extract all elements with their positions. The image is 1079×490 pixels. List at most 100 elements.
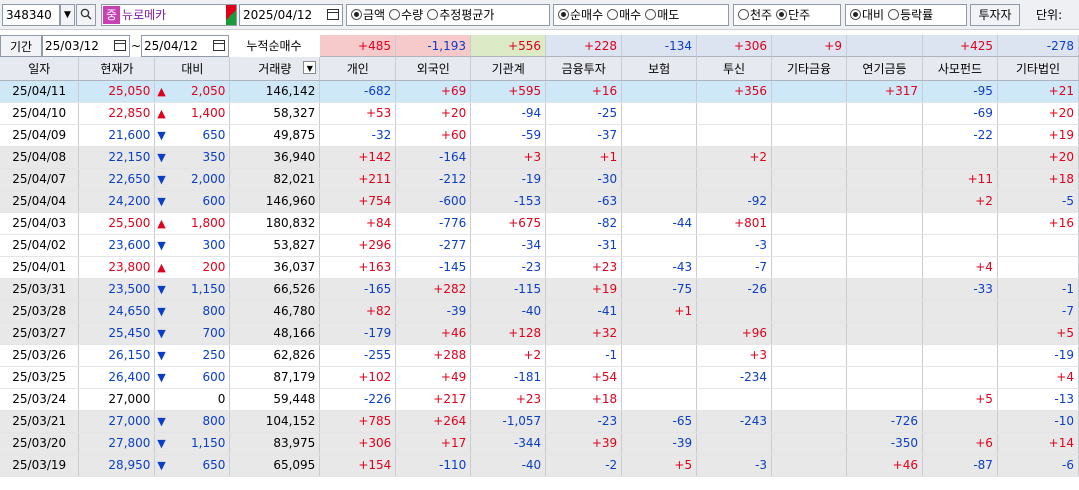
investor-cell: -682 (319, 80, 397, 103)
table-row[interactable]: 25/03/28 24,650 ▼ 800 46,780 +82 -39 -40 -41 +1 -7 (0, 300, 1079, 323)
investor-cell: +595 (470, 80, 547, 103)
table-row[interactable]: 25/04/09 21,600 ▼ 650 49,875 -32 +60 -59 -37 -22 +… (0, 124, 1079, 147)
table-row[interactable]: 25/04/01 23,800 ▲ 200 36,037 +163 -145 -23 +23 -4… (0, 256, 1079, 279)
investor-cell (846, 146, 923, 169)
investor-cell: -165 (319, 278, 397, 301)
column-header[interactable]: 개인 (319, 57, 397, 81)
table-row[interactable]: 25/03/26 26,150 ▼ 250 62,826 -255 +288 +2 -1 +3 -1… (0, 344, 1079, 367)
trade-radio-0[interactable]: 순매수 (558, 5, 603, 25)
table-row[interactable]: 25/03/24 27,000 0 59,448 -226 +217 +23 +18 +5 -13 (0, 388, 1079, 411)
volume-cell: 59,448 (229, 388, 321, 411)
column-header[interactable]: 투신 (696, 57, 773, 81)
investor-cell: -23 (545, 410, 623, 433)
calendar-icon[interactable] (213, 40, 225, 51)
column-header[interactable]: 기관계 (470, 57, 547, 81)
investor-cell: +102 (319, 366, 397, 389)
arrow-down-icon: ▼ (157, 348, 166, 362)
table-row[interactable]: 25/04/08 22,150 ▼ 350 36,940 +142 -164 +3 +1 +2 +2… (0, 146, 1079, 169)
investor-cell: +21 (997, 80, 1079, 103)
investor-cell: -181 (470, 366, 547, 389)
toolbar: 348340 ▼ 중 뉴로메카 2025/04/12 금액 수량 추정평균가 순매수 매… (0, 0, 1079, 30)
column-header[interactable]: 기타금융 (771, 57, 848, 81)
unit-group: 천주 단주 (733, 4, 841, 26)
table-row[interactable]: 25/04/04 24,200 ▼ 600 146,960 +754 -600 -153 -63… (0, 190, 1079, 213)
table-row[interactable]: 25/03/27 25,450 ▼ 700 48,166 -179 +46 +128 +32 +9… (0, 322, 1079, 345)
table-row[interactable]: 25/03/31 23,500 ▼ 1,150 66,526 -165 +282 -115 +1… (0, 278, 1079, 301)
trade-radio-1[interactable]: 매수 (607, 5, 641, 25)
investor-cell: -243 (696, 410, 773, 433)
unit-radio-1[interactable]: 단주 (776, 5, 810, 25)
amount-radio-2[interactable]: 추정평균가 (427, 5, 494, 25)
compare-radio-0[interactable]: 대비 (850, 5, 884, 25)
search-button[interactable] (76, 4, 96, 26)
price-cell: 24,200 (78, 190, 156, 213)
radio-label: 매수 (619, 8, 642, 22)
flag-icon (226, 5, 236, 25)
investor-cell: +20 (997, 102, 1079, 125)
table-row[interactable]: 25/04/11 25,050 ▲ 2,050 146,142 -682 +69 +595 +1… (0, 80, 1079, 103)
column-header[interactable]: 사모펀드 (922, 57, 998, 81)
period-to-input[interactable]: 25/04/12 (141, 35, 229, 57)
unit-radio-0[interactable]: 천주 (738, 5, 772, 25)
column-header[interactable]: 대비 (154, 57, 231, 81)
column-header[interactable]: 연기금등 (846, 57, 923, 81)
table-row[interactable]: 25/04/10 22,850 ▲ 1,400 58,327 +53 +20 -94 -25 -6… (0, 102, 1079, 125)
investor-cell (771, 102, 848, 125)
amount-radio-0[interactable]: 금액 (351, 5, 385, 25)
table-row[interactable]: 25/04/07 22,650 ▼ 2,000 82,021 +211 -212 -19 -30… (0, 168, 1079, 191)
trade-radio-2[interactable]: 매도 (645, 5, 679, 25)
investor-cell: -3 (696, 234, 773, 257)
code-dropdown-button[interactable]: ▼ (60, 4, 75, 26)
compare-radio-1[interactable]: 등락률 (888, 5, 933, 25)
investor-cell (846, 102, 923, 125)
cumulative-sum-cell: +425 (923, 35, 998, 57)
investor-cell (621, 344, 698, 367)
amount-radio-1[interactable]: 수량 (389, 5, 423, 25)
column-header[interactable]: 금융투자 (545, 57, 623, 81)
investor-cell (771, 344, 848, 367)
price-cell: 21,600 (78, 124, 156, 147)
arrow-down-icon: ▼ (157, 238, 166, 252)
trade-type-group: 순매수 매수 매도 (553, 4, 729, 26)
column-header[interactable]: 기타법인 (997, 57, 1079, 81)
column-header[interactable]: 일자 (0, 57, 80, 81)
calendar-icon[interactable] (114, 40, 126, 51)
investor-cell (771, 300, 848, 323)
change-cell: ▼ 350 (154, 146, 231, 169)
investor-cell (771, 322, 848, 345)
chevron-down-icon[interactable]: ▼ (303, 61, 317, 74)
period-label: 기간 (0, 35, 42, 57)
date-cell: 25/04/07 (0, 168, 80, 191)
column-header[interactable]: 거래량 ▼ (229, 57, 321, 81)
radio-icon (389, 9, 401, 20)
arrow-down-icon: ▼ (157, 326, 166, 340)
table-row[interactable]: 25/04/02 23,600 ▼ 300 53,827 +296 -277 -34 -31 -3 (0, 234, 1079, 257)
investor-button[interactable]: 투자자 (970, 4, 1020, 26)
period-from-input[interactable]: 25/03/12 (42, 35, 130, 57)
investor-cell: -7 (696, 256, 773, 279)
investor-cell (771, 190, 848, 213)
price-cell: 22,850 (78, 102, 156, 125)
stock-name-field[interactable]: 중 뉴로메카 (101, 4, 237, 26)
investor-cell: +288 (395, 344, 472, 367)
price-cell: 25,500 (78, 212, 156, 235)
investor-cell: -344 (470, 432, 547, 455)
volume-cell: 83,975 (229, 432, 321, 455)
investor-cell: -65 (621, 410, 698, 433)
calendar-icon[interactable] (327, 9, 339, 20)
column-header[interactable]: 현재가 (78, 57, 156, 81)
investor-cell: -43 (621, 256, 698, 279)
stock-code-input[interactable]: 348340 (2, 4, 60, 26)
investor-cell (997, 234, 1079, 257)
table-row[interactable]: 25/03/20 27,800 ▼ 1,150 83,975 +306 +17 -344 +39… (0, 432, 1079, 455)
investor-cell: +754 (319, 190, 397, 213)
table-row[interactable]: 25/03/19 28,950 ▼ 650 65,095 +154 -110 -40 -2 +5-… (0, 454, 1079, 477)
table-row[interactable]: 25/03/21 27,000 ▼ 800 104,152 +785 +264 -1,057-… (0, 410, 1079, 433)
investor-cell: -600 (395, 190, 472, 213)
date-cell: 25/03/25 (0, 366, 80, 389)
date-input[interactable]: 2025/04/12 (239, 4, 343, 26)
column-header[interactable]: 외국인 (395, 57, 472, 81)
column-header[interactable]: 보험 (621, 57, 698, 81)
table-row[interactable]: 25/04/03 25,500 ▲ 1,800 180,832 +84 -776 +675 -8… (0, 212, 1079, 235)
table-row[interactable]: 25/03/25 26,400 ▼ 600 87,179 +102 +49 -181 +54 -2… (0, 366, 1079, 389)
